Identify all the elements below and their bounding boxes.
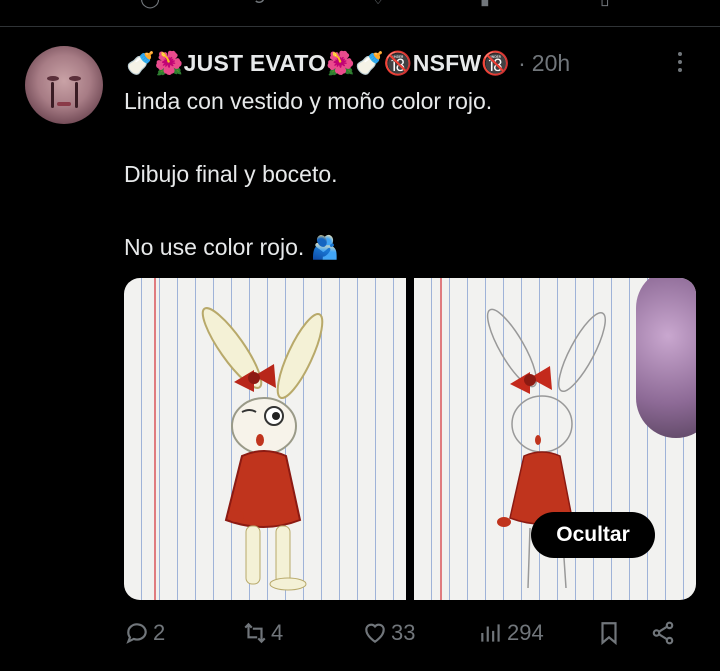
like-count: 33 [391,620,416,645]
post-text-line: Linda con vestido y moño color rojo. [124,88,493,114]
views-chart-icon [481,624,500,642]
repost-icon [244,622,266,644]
reply-button[interactable]: 2 [124,620,165,646]
previous-post-actions: ◯ ⟲ ♡ ▮ ▯ ⋯ [0,0,720,12]
repost-icon[interactable]: ⟲ [250,0,265,9]
plush-toy-blob [636,278,696,438]
bookmark-icon [601,622,617,646]
post-divider [0,26,720,27]
like-icon[interactable]: ♡ [370,0,386,9]
reply-count: 2 [153,620,166,645]
heart-icon [365,623,385,643]
views-button[interactable]: 294 [478,620,544,646]
views-count: 294 [507,620,544,645]
author-display-name[interactable]: 🍼🌺JUST EVATO🌺🍼🔞NSFW🔞 [126,50,510,77]
separator-dot: · [518,49,526,76]
media-image-final[interactable] [124,278,406,600]
reply-icon [126,623,147,644]
views-icon[interactable]: ▮ [480,0,490,9]
post-text-line: Dibujo final y boceto. [124,161,338,187]
share-button[interactable] [650,620,679,646]
bookmark-button[interactable] [596,620,625,646]
more-options-icon[interactable] [670,48,690,78]
post-header: 🍼🌺JUST EVATO🌺🍼🔞NSFW🔞 · 20h [126,46,570,80]
repost-button[interactable]: 4 [242,620,283,646]
hide-media-button[interactable]: Ocultar [531,512,655,558]
bookmark-icon[interactable]: ▯ [600,0,610,9]
share-icon[interactable]: ⋯ [660,0,678,9]
avatar[interactable] [25,46,103,124]
repost-count: 4 [271,620,284,645]
rabbit-final-drawing [201,307,324,591]
like-button[interactable]: 33 [362,620,415,646]
reply-icon[interactable]: ◯ [140,0,160,9]
post-actions: 2 4 33 294 [124,620,696,652]
post-time[interactable]: 20h [532,50,570,77]
share-icon [652,621,674,645]
post-text-line: No use color rojo. 🫂 [124,234,340,260]
